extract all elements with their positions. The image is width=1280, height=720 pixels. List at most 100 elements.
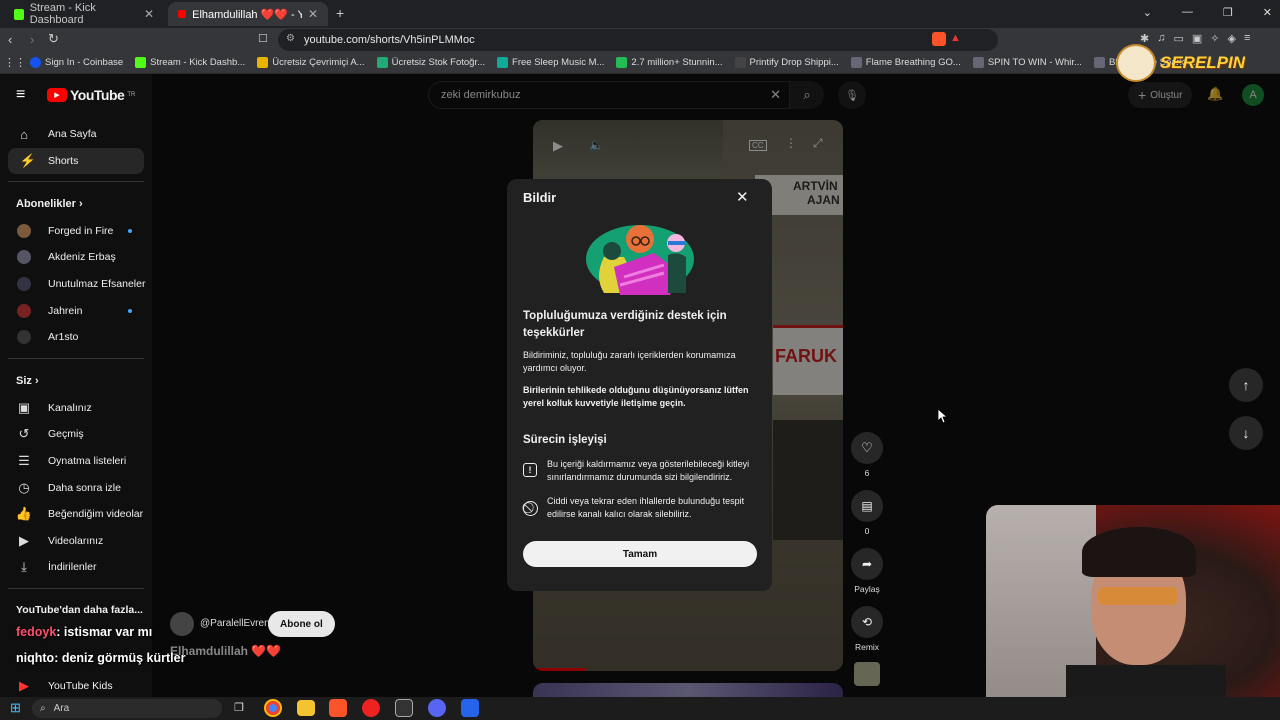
bookmark-item[interactable]: Printify Drop Shippi... xyxy=(734,57,839,68)
apps-icon[interactable]: ⋮⋮ xyxy=(0,56,30,69)
divider xyxy=(8,358,144,359)
brave-shield-icon[interactable] xyxy=(932,32,946,46)
tab-kick-dashboard[interactable]: Stream - Kick Dashboard ✕ xyxy=(4,2,164,26)
next-short-button[interactable]: ↓ xyxy=(1229,416,1263,450)
more-from-youtube-header: YouTube'dan daha fazla... xyxy=(16,604,143,616)
sidebar-item-your-videos[interactable]: ▶ Videolarınız xyxy=(0,528,152,554)
bookmark-item[interactable]: SPIN TO WIN - Whir... xyxy=(972,57,1082,68)
browser-tab-bar: Stream - Kick Dashboard ✕ Elhamdulillah … xyxy=(0,0,1280,28)
report-body-text: Bildiriminiz, topluluğu zararlı içerikle… xyxy=(523,350,736,373)
tab-title: Stream - Kick Dashboard xyxy=(29,2,96,26)
like-button[interactable]: ♡ xyxy=(851,432,883,464)
channel-avatar xyxy=(17,224,31,238)
thank-you-heading: Topluluğumuza verdiğiniz destek için teş… xyxy=(523,310,727,339)
channel-name[interactable]: @ParalellEvren xyxy=(200,618,270,629)
media-player-icon[interactable] xyxy=(362,699,380,717)
heart-icon: ♡ xyxy=(861,440,873,455)
sidebar-item-your-channel[interactable]: ▣ Kanalınız xyxy=(0,395,152,421)
sidebar-item-downloads[interactable]: ⤓ İndirilenler xyxy=(0,554,152,580)
process-heading: Sürecin işleyişi xyxy=(523,434,607,446)
bookmark-icon[interactable]: ☐ xyxy=(258,32,268,45)
sidebar-item-ar1sto[interactable]: Ar1sto xyxy=(0,324,152,350)
report-dialog: Bildir ✕ Topluluğumuza verdiğiniz destek… xyxy=(507,179,772,591)
hamburger-menu-icon[interactable]: ≡ xyxy=(16,86,25,104)
close-icon[interactable]: ✕ xyxy=(736,188,749,206)
bookmark-kick[interactable]: Stream - Kick Dashb... xyxy=(135,57,245,68)
sidebar-item-jahrein[interactable]: Jahrein xyxy=(0,298,152,324)
minimize-button[interactable]: — xyxy=(1182,6,1193,19)
obs-icon[interactable] xyxy=(395,699,413,717)
comment-icon: ▤ xyxy=(861,499,873,513)
tab-youtube[interactable]: Elhamdulillah ❤️❤️ - YouTube ✕ xyxy=(168,2,328,26)
sound-thumbnail[interactable] xyxy=(854,662,880,686)
subscriptions-header[interactable]: Abonelikler › xyxy=(16,198,83,210)
reload-icon[interactable]: ↻ xyxy=(48,31,59,47)
danger-notice: Birilerinin tehlikede olduğunu düşünüyor… xyxy=(523,385,749,408)
sidebar-item-shorts[interactable]: ⚡ Shorts xyxy=(8,148,144,174)
bookmark-item[interactable]: 2.7 million+ Stunnin... xyxy=(616,57,723,68)
short-actions: ♡ 6 ▤ 0 ➦ Paylaş ⟲ Remix xyxy=(851,432,883,686)
remix-label: Remix xyxy=(854,642,880,652)
sidebar-item-watch-later[interactable]: ◷ Daha sonra izle xyxy=(0,475,152,501)
forward-icon[interactable]: › xyxy=(30,32,34,47)
tab-search-button[interactable]: ⌄ xyxy=(1143,6,1152,19)
remix-button[interactable]: ⟲ xyxy=(851,606,883,638)
community-illustration xyxy=(586,225,694,295)
playlist-icon: ☰ xyxy=(18,453,30,468)
bookmark-item[interactable]: Ücretsiz Çevrimiçi A... xyxy=(257,57,365,68)
previous-short-button[interactable]: ↑ xyxy=(1229,368,1263,402)
file-explorer-icon[interactable] xyxy=(297,700,315,716)
new-tab-button[interactable]: + xyxy=(336,5,344,21)
windows-start-icon[interactable]: ⊞ xyxy=(10,700,21,716)
close-window-button[interactable]: ✕ xyxy=(1263,6,1272,19)
sidebar-item-home[interactable]: ⌂ Ana Sayfa xyxy=(0,121,152,147)
bookmark-item[interactable]: Free Sleep Music M... xyxy=(497,57,604,68)
thumbs-up-icon: 👍 xyxy=(15,506,33,521)
sunglasses xyxy=(1098,587,1178,605)
sidebar-item-forged-in-fire[interactable]: Forged in Fire xyxy=(0,218,152,244)
channel-avatar xyxy=(17,277,31,291)
new-content-dot xyxy=(128,229,132,233)
site-info-icon[interactable]: ⚙ xyxy=(286,33,295,44)
sidebar-item-liked-videos[interactable]: 👍 Beğendiğim videolar xyxy=(0,501,152,527)
close-icon[interactable]: ✕ xyxy=(144,7,154,21)
channel-avatar[interactable] xyxy=(170,612,194,636)
address-bar[interactable]: ⚙ youtube.com/shorts/Vh5inPLMMoc ▲ xyxy=(278,29,998,51)
bookmark-item[interactable]: Ücretsiz Stok Fotoğr... xyxy=(376,57,485,68)
subscribe-button[interactable]: Abone ol xyxy=(268,611,335,637)
ok-button[interactable]: Tamam xyxy=(523,541,757,567)
brave-rewards-icon[interactable]: ▲ xyxy=(950,32,964,46)
back-icon[interactable]: ‹ xyxy=(8,32,12,47)
chat-message: niqhto: deniz görmüş kürtler xyxy=(16,651,186,665)
streamer-hair xyxy=(1082,527,1196,577)
streamer-brand-logo: SERELPIN xyxy=(1116,44,1245,82)
task-view-icon[interactable]: ❐ xyxy=(234,701,244,714)
sidebar-item-youtube-kids[interactable]: ▶ YouTube Kids xyxy=(0,673,152,699)
app-icon[interactable] xyxy=(461,699,479,717)
bookmarks-bar: ⋮⋮ Sign In - Coinbase Stream - Kick Dash… xyxy=(0,52,1280,74)
process-step-2: Ciddi veya tekrar eden ihlallerde bulund… xyxy=(547,496,745,519)
alert-icon: ! xyxy=(523,463,537,477)
chrome-icon[interactable] xyxy=(264,699,282,717)
sidebar-item-history[interactable]: ↺ Geçmiş xyxy=(0,421,152,447)
divider xyxy=(8,181,144,182)
restore-button[interactable]: ❐ xyxy=(1223,6,1233,19)
discord-icon[interactable] xyxy=(428,699,446,717)
bookmark-item[interactable]: Flame Breathing GO... xyxy=(850,57,961,68)
youtube-logo[interactable]: ▶ YouTube TR xyxy=(47,87,135,103)
taskbar-search[interactable]: ⌕ Ara xyxy=(32,699,222,718)
you-header[interactable]: Siz › xyxy=(16,375,39,387)
bookmark-coinbase[interactable]: Sign In - Coinbase xyxy=(30,57,123,68)
sidebar-item-playlists[interactable]: ☰ Oynatma listeleri xyxy=(0,448,152,474)
brave-browser-icon[interactable] xyxy=(329,699,347,717)
comments-button[interactable]: ▤ xyxy=(851,490,883,522)
channel-icon: ▣ xyxy=(17,400,31,415)
dialog-title: Bildir xyxy=(523,190,557,205)
search-icon: ⌕ xyxy=(40,703,46,714)
remix-icon: ⟲ xyxy=(861,615,873,629)
sidebar-item-akdeniz-erbas[interactable]: Akdeniz Erbaş xyxy=(0,244,152,270)
sidebar-item-unutulmaz-efsaneler[interactable]: Unutulmaz Efsaneler xyxy=(0,271,152,297)
shorts-icon: ⚡ xyxy=(19,153,37,168)
share-button[interactable]: ➦ xyxy=(851,548,883,580)
close-icon[interactable]: ✕ xyxy=(308,7,318,21)
